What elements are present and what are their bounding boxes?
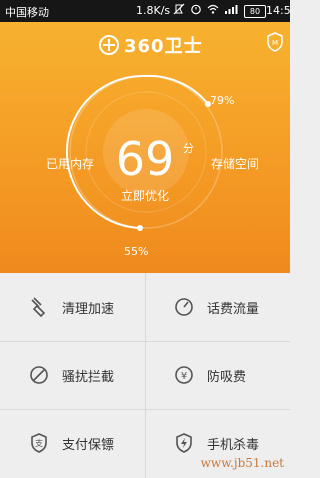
feature-label: 手机杀毒	[207, 437, 260, 453]
storage-arc	[145, 74, 209, 105]
feature-data-usage[interactable]: 话费流量	[145, 273, 290, 341]
storage-label: 存储空间	[211, 157, 260, 171]
svg-text:支: 支	[35, 438, 43, 448]
status-bar: 中国移动 1.8K/s 80 14:5	[0, 0, 291, 22]
score-value: 69	[115, 132, 175, 186]
carrier-label: 中国移动	[5, 6, 49, 19]
memory-dot	[137, 225, 143, 231]
broom-icon	[28, 296, 50, 318]
feature-label: 防吸费	[207, 369, 247, 385]
gauge-icon	[173, 296, 195, 318]
watermark: www.jb51.net	[200, 456, 284, 470]
feature-clean-speed[interactable]: 清理加速	[0, 273, 145, 341]
score-unit: 分	[183, 142, 194, 155]
battery-indicator: 80	[244, 5, 266, 18]
antivirus-icon	[173, 432, 195, 454]
svg-text:¥: ¥	[181, 371, 187, 382]
feature-grid: 清理加速 话费流量 骚扰拦截 ¥ 防吸费 支 支付保镖 手机杀毒 www.jb5…	[0, 273, 290, 478]
memory-label: 已用内存	[46, 157, 95, 171]
signal-icon	[225, 5, 238, 14]
feature-anti-fee[interactable]: ¥ 防吸费	[145, 341, 290, 409]
alarm-icon	[191, 4, 201, 15]
silent-icon	[173, 3, 185, 15]
feature-label: 骚扰拦截	[62, 369, 115, 385]
storage-percent: 79%	[210, 94, 235, 107]
hero-panel: 360卫士 M 69 分 立即优化 已用内存 存储空间 79% 55%	[0, 22, 290, 273]
wifi-icon	[207, 4, 219, 14]
feature-pay-guard[interactable]: 支 支付保镖	[0, 409, 145, 477]
block-icon	[28, 364, 50, 386]
yen-icon: ¥	[173, 364, 195, 386]
feature-label: 支付保镖	[62, 437, 115, 453]
clock: 14:5	[266, 4, 291, 17]
feature-label: 话费流量	[207, 301, 260, 317]
feature-harass-block[interactable]: 骚扰拦截	[0, 341, 145, 409]
feature-label: 清理加速	[62, 301, 115, 317]
optimize-button[interactable]: 立即优化	[110, 187, 180, 204]
network-rate: 1.8K/s	[136, 4, 171, 17]
pay-shield-icon: 支	[28, 432, 50, 454]
memory-percent: 55%	[124, 245, 149, 258]
